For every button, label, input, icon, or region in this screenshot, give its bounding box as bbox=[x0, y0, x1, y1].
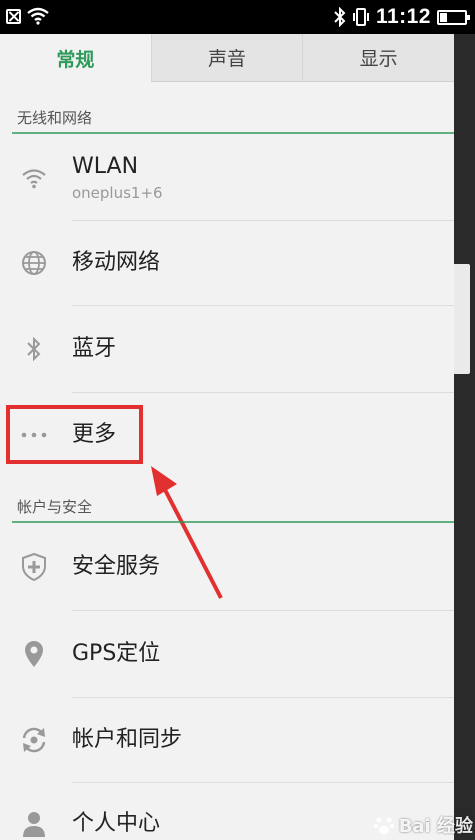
watermark-text: Bai 经验 bbox=[398, 816, 473, 837]
wifi-icon bbox=[18, 162, 50, 194]
person-icon bbox=[18, 808, 50, 840]
settings-item-security[interactable]: 安全服务 bbox=[0, 524, 454, 610]
sync-icon bbox=[18, 724, 50, 756]
status-bar: 11:12 bbox=[0, 0, 475, 34]
battery-icon bbox=[437, 9, 470, 25]
watermark: Bai 经验 bbox=[373, 812, 473, 838]
notification-icon bbox=[6, 8, 21, 24]
item-label: 移动网络 bbox=[72, 250, 161, 275]
settings-item-gps[interactable]: GPS定位 bbox=[0, 611, 454, 697]
item-label: 安全服务 bbox=[72, 554, 161, 579]
section-divider bbox=[12, 521, 454, 523]
settings-item-wlan[interactable]: WLAN oneplus1+6 bbox=[0, 136, 454, 220]
shield-plus-icon bbox=[18, 551, 50, 583]
item-label: 蓝牙 bbox=[72, 336, 117, 361]
vibrate-icon bbox=[352, 8, 369, 26]
highlight-box bbox=[6, 405, 143, 464]
section-title: 帐户与安全 bbox=[17, 498, 93, 516]
tab-sound[interactable]: 声音 bbox=[150, 34, 304, 82]
item-label: 个人中心 bbox=[72, 811, 161, 836]
divider bbox=[72, 782, 454, 783]
background-app-strip bbox=[444, 34, 475, 840]
item-label: GPS定位 bbox=[72, 641, 161, 666]
tab-bar: 常规 声音 显示 bbox=[0, 34, 454, 82]
bluetooth-icon bbox=[334, 7, 346, 27]
globe-icon bbox=[18, 247, 50, 279]
settings-item-bluetooth[interactable]: 蓝牙 bbox=[0, 306, 454, 392]
settings-item-mobile-network[interactable]: 移动网络 bbox=[0, 221, 454, 305]
paw-icon bbox=[373, 817, 394, 835]
wifi-icon bbox=[27, 7, 49, 25]
section-header-wireless: 无线和网络 bbox=[0, 100, 454, 134]
item-label: WLAN bbox=[72, 154, 139, 179]
section-header-account: 帐户与安全 bbox=[0, 489, 454, 523]
location-pin-icon bbox=[18, 638, 50, 670]
clock: 11:12 bbox=[375, 5, 431, 28]
tab-general[interactable]: 常规 bbox=[0, 34, 151, 82]
item-label: 帐户和同步 bbox=[72, 727, 183, 752]
tab-display[interactable]: 显示 bbox=[303, 34, 454, 82]
settings-item-account-sync[interactable]: 帐户和同步 bbox=[0, 698, 454, 782]
bluetooth-icon bbox=[18, 333, 50, 365]
section-divider bbox=[12, 132, 454, 134]
settings-screen: 常规 声音 显示 无线和网络 WLAN oneplus1+6 移动网络 蓝牙 更… bbox=[0, 34, 454, 840]
item-sublabel: oneplus1+6 bbox=[72, 184, 163, 202]
section-title: 无线和网络 bbox=[17, 109, 93, 127]
